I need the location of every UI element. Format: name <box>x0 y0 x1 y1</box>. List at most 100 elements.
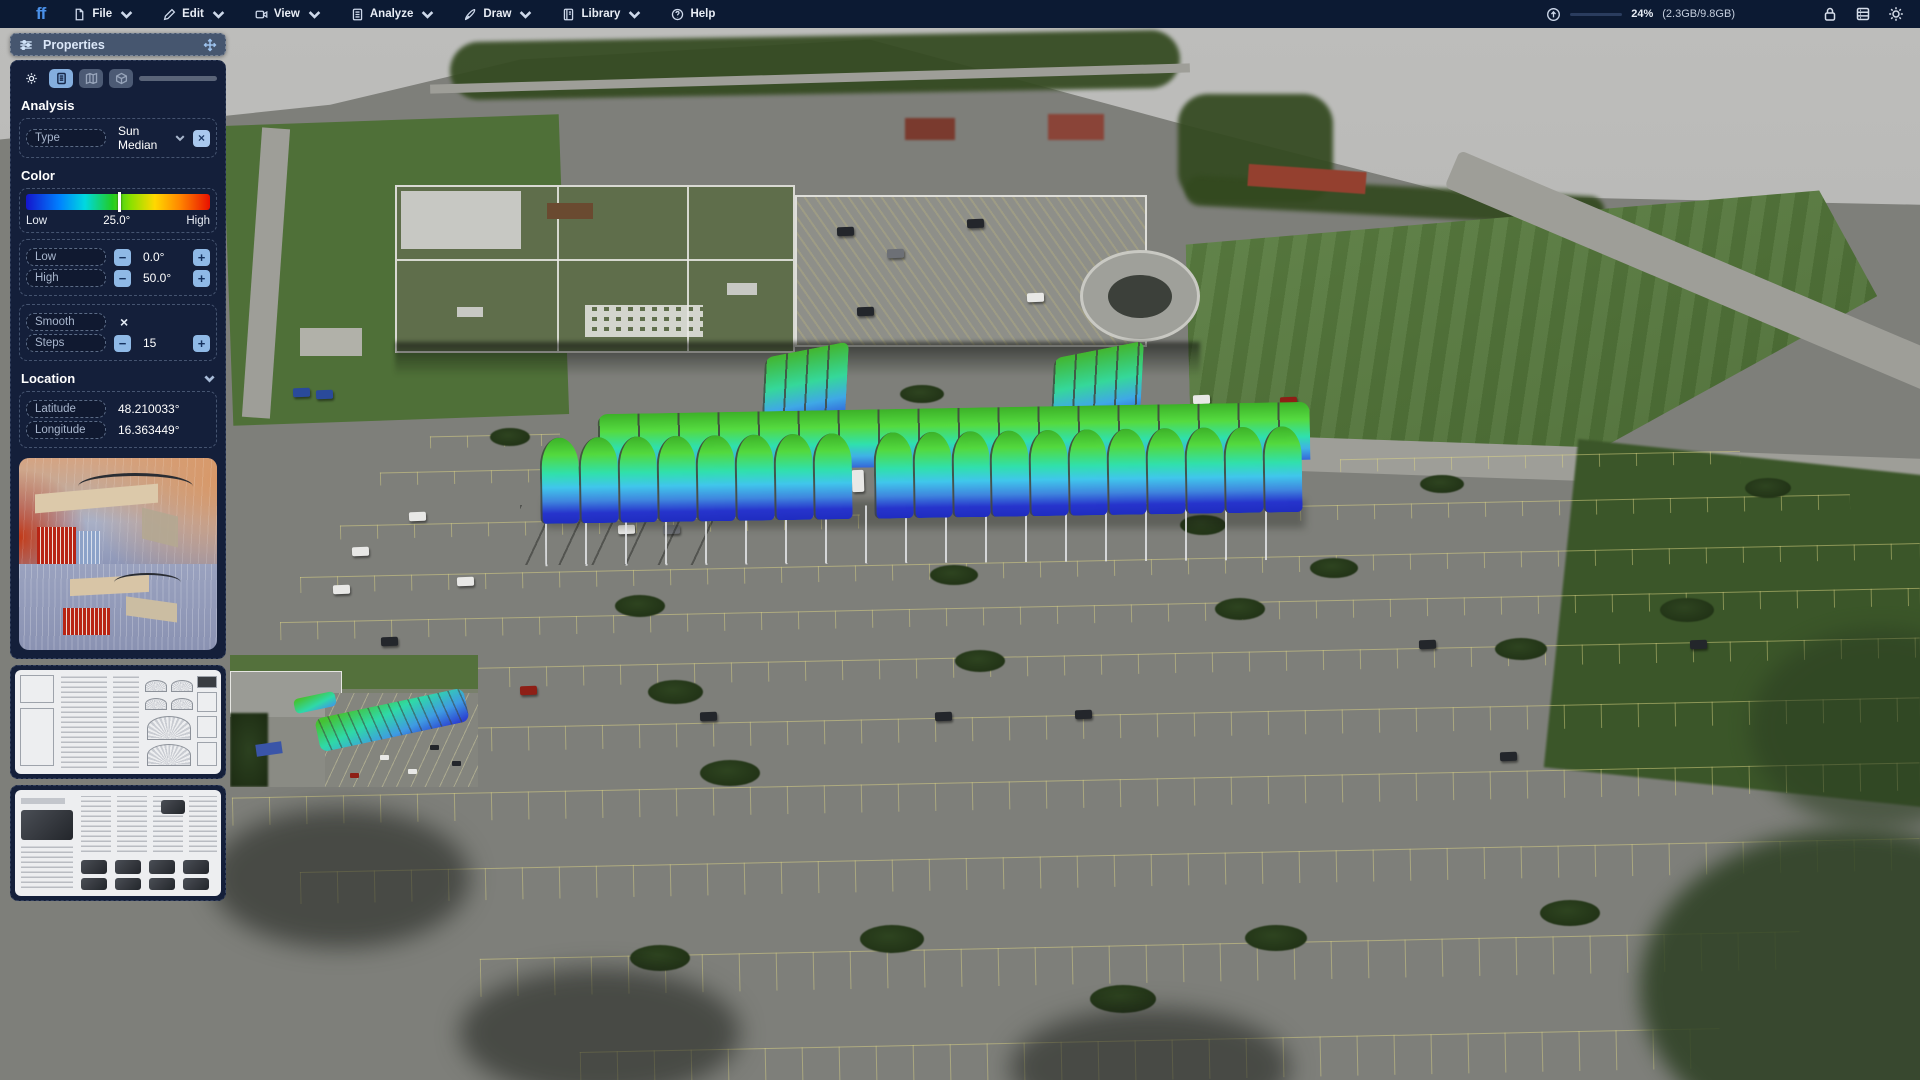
smooth-label: Smooth <box>26 313 106 331</box>
canopy-module <box>539 437 579 524</box>
sheet-chart <box>197 742 217 766</box>
wind-simulation-thumbnail[interactable] <box>19 458 217 650</box>
model-tab-icon[interactable] <box>109 69 133 88</box>
move-icon[interactable] <box>203 38 217 52</box>
menu-view[interactable]: View <box>255 8 321 21</box>
analyze-icon <box>351 8 364 21</box>
steps-value[interactable]: 15 <box>143 336 193 350</box>
sheet-box <box>20 708 54 766</box>
blur-patch <box>210 808 470 948</box>
report-photo <box>81 860 107 874</box>
draw-icon <box>464 8 477 21</box>
menu-file[interactable]: File <box>73 8 133 21</box>
sun-tab-icon[interactable] <box>19 69 43 88</box>
menu-library-label: Library <box>581 8 620 20</box>
roof-section <box>547 203 593 219</box>
sheet-chart <box>197 692 217 712</box>
steps-decrease-button[interactable]: − <box>114 335 131 352</box>
car <box>1027 293 1044 303</box>
car <box>409 512 426 522</box>
parking-row <box>300 838 1920 904</box>
canopy-module <box>1068 429 1108 516</box>
color-scale-group: Low 25.0° High <box>19 188 217 233</box>
report-sheet-card[interactable] <box>10 785 226 901</box>
sheet-text-column <box>113 676 139 768</box>
report-photo <box>115 878 141 890</box>
menu-view-label: View <box>274 8 300 20</box>
tree <box>490 428 530 446</box>
high-increase-button[interactable]: + <box>193 270 210 287</box>
edit-icon <box>163 8 176 21</box>
tree <box>1420 475 1464 493</box>
circular-ramp <box>1080 250 1200 342</box>
menu-file-label: File <box>92 8 112 20</box>
analysis-type-select[interactable]: Sun Median <box>118 124 175 152</box>
brightness-icon[interactable] <box>1888 6 1904 22</box>
smooth-toggle[interactable]: × <box>120 314 210 330</box>
longitude-value[interactable]: 16.363449° <box>118 423 210 437</box>
map-tab-icon[interactable] <box>79 69 103 88</box>
menu-analyze-label: Analyze <box>370 8 413 20</box>
analysis-clear-button[interactable]: × <box>193 130 210 147</box>
latitude-value[interactable]: 48.210033° <box>118 402 210 416</box>
building-green-roof <box>395 185 795 353</box>
color-gradient-bar[interactable] <box>26 194 210 210</box>
high-decrease-button[interactable]: − <box>114 270 131 287</box>
upload-progress-percent: 24% <box>1631 8 1653 20</box>
steps-increase-button[interactable]: + <box>193 335 210 352</box>
menu-help[interactable]: Help <box>671 8 715 21</box>
panel-drag-handle[interactable] <box>139 76 217 81</box>
chevron-down-icon[interactable] <box>204 373 215 384</box>
drawing-sheet-card[interactable] <box>10 665 226 779</box>
tree <box>1540 900 1600 926</box>
report-tab-icon[interactable] <box>49 69 73 88</box>
sun-path-diagram <box>145 680 167 692</box>
lock-icon[interactable] <box>1822 6 1838 22</box>
ramp-center <box>1108 275 1172 318</box>
car <box>857 307 874 317</box>
color-gradient-marker[interactable] <box>118 192 121 212</box>
properties-panel-header[interactable]: Properties <box>10 33 226 56</box>
voxel-block-red-2 <box>63 608 111 635</box>
viewport-3d-scene[interactable]: BACK N <box>0 28 1920 1080</box>
low-value[interactable]: 0.0° <box>143 250 193 264</box>
upload-progress-bar <box>1570 13 1622 16</box>
menu-analyze[interactable]: Analyze <box>351 8 434 21</box>
inset-reference-image[interactable] <box>230 655 478 787</box>
blur-patch <box>1010 1008 1290 1080</box>
chevron-down-icon <box>519 8 532 21</box>
menu-edit[interactable]: Edit <box>163 8 225 21</box>
color-steps-group: Smooth × Steps − 15 + <box>19 304 217 361</box>
sync-icon[interactable] <box>1546 7 1561 22</box>
menu-draw-label: Draw <box>483 8 511 20</box>
high-value[interactable]: 50.0° <box>143 271 193 285</box>
car <box>700 712 717 722</box>
report-photo <box>161 800 185 814</box>
car <box>408 769 417 774</box>
roof-vent <box>457 307 483 317</box>
skylight-array <box>585 305 703 337</box>
sliders-icon <box>19 38 33 52</box>
report-photo <box>149 860 175 874</box>
report-text <box>189 796 217 852</box>
tree <box>930 565 978 585</box>
report-photo <box>81 878 107 890</box>
sheet-chart <box>197 676 217 688</box>
panels-icon[interactable] <box>1855 6 1871 22</box>
technical-drawing-thumbnail <box>15 670 221 774</box>
small-building <box>300 328 362 356</box>
app-logo[interactable]: ff <box>36 4 45 24</box>
low-increase-button[interactable]: + <box>193 249 210 266</box>
report-text <box>81 796 111 852</box>
report-photo <box>149 878 175 890</box>
tree <box>648 680 703 704</box>
car <box>380 755 389 760</box>
color-scale-labels: Low 25.0° High <box>26 215 210 227</box>
menu-draw[interactable]: Draw <box>464 8 532 21</box>
menu-library[interactable]: Library <box>562 8 641 21</box>
sun-analysis-canopy-front-row[interactable] <box>539 426 1302 524</box>
panel-tab-row <box>19 69 217 88</box>
low-decrease-button[interactable]: − <box>114 249 131 266</box>
chevron-down-icon[interactable] <box>175 133 185 143</box>
report-thumbnail <box>15 790 221 896</box>
